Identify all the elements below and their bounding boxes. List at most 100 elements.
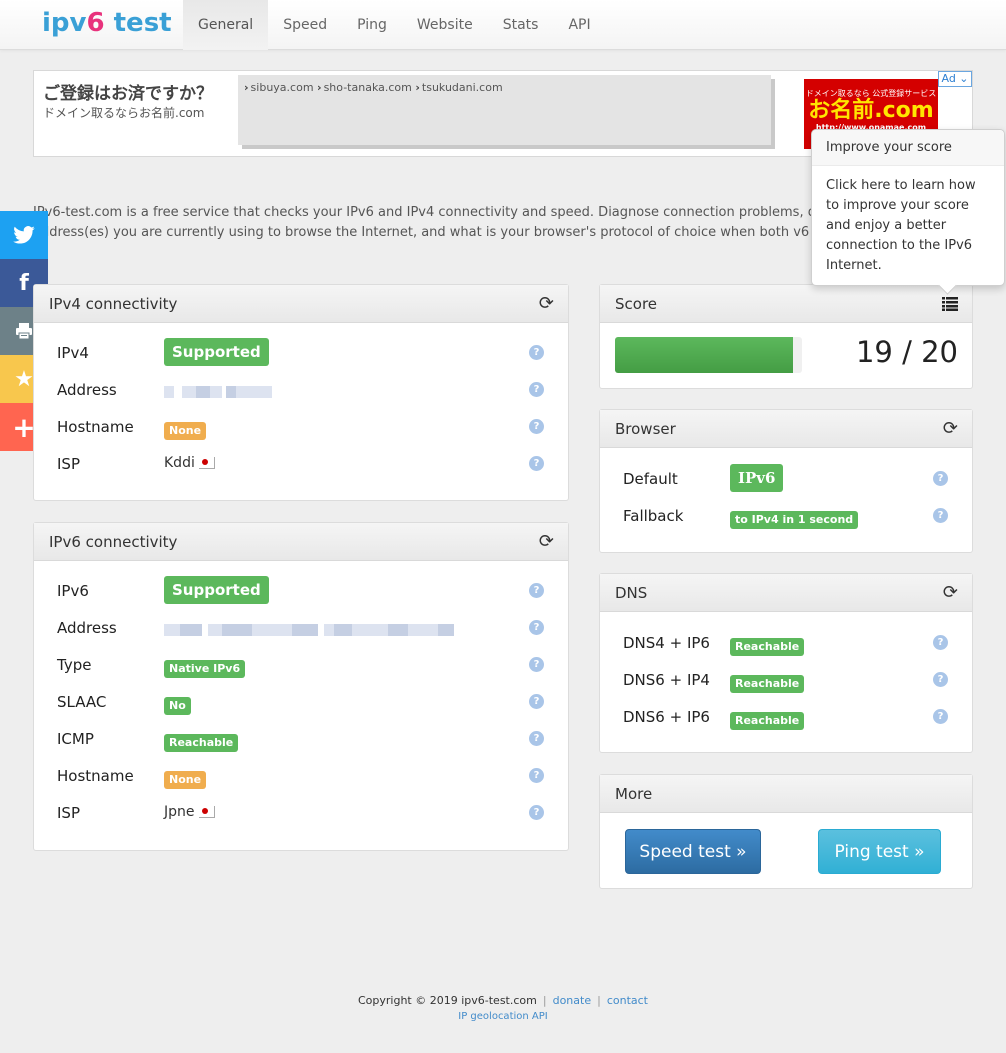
row-label: IPv4 [57,344,89,362]
description-line-2: address(es) you are currently using to b… [33,225,810,240]
nav-api[interactable]: API [553,0,605,50]
hostname-badge: None [164,771,207,789]
ad-subtitle: ドメイン取るならお名前.com [43,106,205,120]
row-label: Address [57,619,117,637]
dns-row: DNS6 + IP6 Reachable ? [623,705,952,733]
help-icon[interactable]: ? [933,471,948,486]
donate-link[interactable]: donate [553,994,592,1007]
ad-link[interactable]: sibuya.com [251,81,314,94]
row-label: DNS6 + IP4 [623,671,710,689]
score-body: 19 / 20 [600,323,972,389]
row-label: Default [623,470,678,488]
refresh-icon[interactable]: ⟳ [943,410,958,448]
row-label: ISP [57,804,80,822]
ipv4-panel: IPv4 connectivity ⟳ IPv4 Supported ? Add… [33,284,569,501]
browser-panel: Browser ⟳ Default IPv6 ? Fallback to IPv… [599,409,973,553]
refresh-icon[interactable]: ⟳ [943,574,958,612]
row-label: Type [57,656,92,674]
isp-value: Kddi [164,455,195,471]
panel-title: Score [615,295,658,313]
dns-row: DNS4 + IP6 Reachable ? [623,631,952,659]
slaac-badge: No [164,697,191,715]
refresh-icon[interactable]: ⟳ [539,285,554,323]
facebook-icon: f [19,270,29,296]
nav-website[interactable]: Website [402,0,488,50]
nav-ping[interactable]: Ping [342,0,402,50]
ad-choices-badge[interactable]: Ad ⌄ [938,71,972,87]
row-label: Hostname [57,767,134,785]
help-icon[interactable]: ? [529,620,544,635]
nav-speed[interactable]: Speed [268,0,342,50]
ad-link[interactable]: sho-tanaka.com [324,81,412,94]
row-label: IPv6 [57,582,89,600]
hostname-row: Hostname None ? [57,764,548,792]
ad-link-box: › sibuya.com › sho-tanaka.com › tsukudani.c… [238,75,771,145]
dns-status-badge: Reachable [730,712,805,730]
more-panel: More Speed test » Ping test » [599,774,973,889]
brand-logo[interactable]: ipv6 test [42,6,172,46]
row-label: Address [57,381,117,399]
row-label: DNS6 + IP6 [623,708,710,726]
row-label: ICMP [57,730,94,748]
improve-score-popover[interactable]: Improve your score Click here to learn h… [811,129,1005,286]
help-icon[interactable]: ? [529,345,544,360]
refresh-icon[interactable]: ⟳ [539,523,554,561]
help-icon[interactable]: ? [933,635,948,650]
score-progress-bar [615,337,802,373]
brand-suffix: test [104,8,172,38]
ping-test-button[interactable]: Ping test » [818,829,941,874]
panel-title: DNS [615,584,648,602]
default-protocol-badge: IPv6 [730,464,784,492]
address-row: Address ? [57,616,548,644]
navbar: ipv6 test General Speed Ping Website Sta… [0,0,1006,50]
help-icon[interactable]: ? [529,805,544,820]
help-icon[interactable]: ? [933,672,948,687]
chevron-right-icon: › [317,81,322,94]
separator: | [542,994,547,1007]
speed-test-button[interactable]: Speed test » [625,829,761,874]
ip-geolocation-api-link[interactable]: IP geolocation API [458,1011,547,1022]
help-icon[interactable]: ? [529,694,544,709]
help-icon[interactable]: ? [529,419,544,434]
ipv4-row: IPv4 Supported ? [57,338,548,369]
hostname-row: Hostname None ? [57,415,548,443]
isp-row: ISP Jpne ? [57,801,548,829]
twitter-share-button[interactable] [0,211,48,259]
help-icon[interactable]: ? [529,731,544,746]
score-panel: Score 19 / 20 [599,284,973,389]
dns-panel: DNS ⟳ DNS4 + IP6 Reachable ? DNS6 + IP4 … [599,573,973,753]
help-icon[interactable]: ? [529,583,544,598]
chevron-right-icon: › [415,81,420,94]
contact-link[interactable]: contact [607,994,648,1007]
help-icon[interactable]: ? [933,508,948,523]
help-icon[interactable]: ? [529,382,544,397]
address-value-redacted [164,383,272,398]
row-label: Hostname [57,418,134,436]
footer: Copyright © 2019 ipv6-test.com | donate | co… [0,994,1006,1022]
japan-flag-icon [198,806,215,818]
fallback-row: Fallback to IPv4 in 1 second ? [623,504,952,532]
copyright-text: Copyright © 2019 ipv6-test.com [358,994,537,1007]
ad-links: › sibuya.com › sho-tanaka.com › tsukudani.c… [244,81,503,94]
help-icon[interactable]: ? [933,709,948,724]
nav-stats[interactable]: Stats [488,0,554,50]
hostname-badge: None [164,422,207,440]
ad-headline[interactable]: ご登録はお済ですか？ [43,79,213,104]
help-icon[interactable]: ? [529,657,544,672]
site-description: IPv6-test.com is a free service that che… [33,203,813,243]
type-row: Type Native IPv6 ? [57,653,548,681]
isp-value: Jpne [164,804,195,820]
ipv6-panel-header: IPv6 connectivity ⟳ [34,523,568,561]
browser-panel-header: Browser ⟳ [600,410,972,448]
star-icon: ★ [14,366,34,392]
ad-link[interactable]: tsukudani.com [422,81,503,94]
help-icon[interactable]: ? [529,768,544,783]
nav-general[interactable]: General [183,0,269,50]
chevron-right-icon: › [244,81,249,94]
panel-title: Browser [615,420,676,438]
row-label: ISP [57,455,80,473]
row-label: SLAAC [57,693,107,711]
help-icon[interactable]: ? [529,456,544,471]
popover-body[interactable]: Click here to learn how to improve your … [812,166,1004,286]
status-badge: Supported [164,576,269,604]
